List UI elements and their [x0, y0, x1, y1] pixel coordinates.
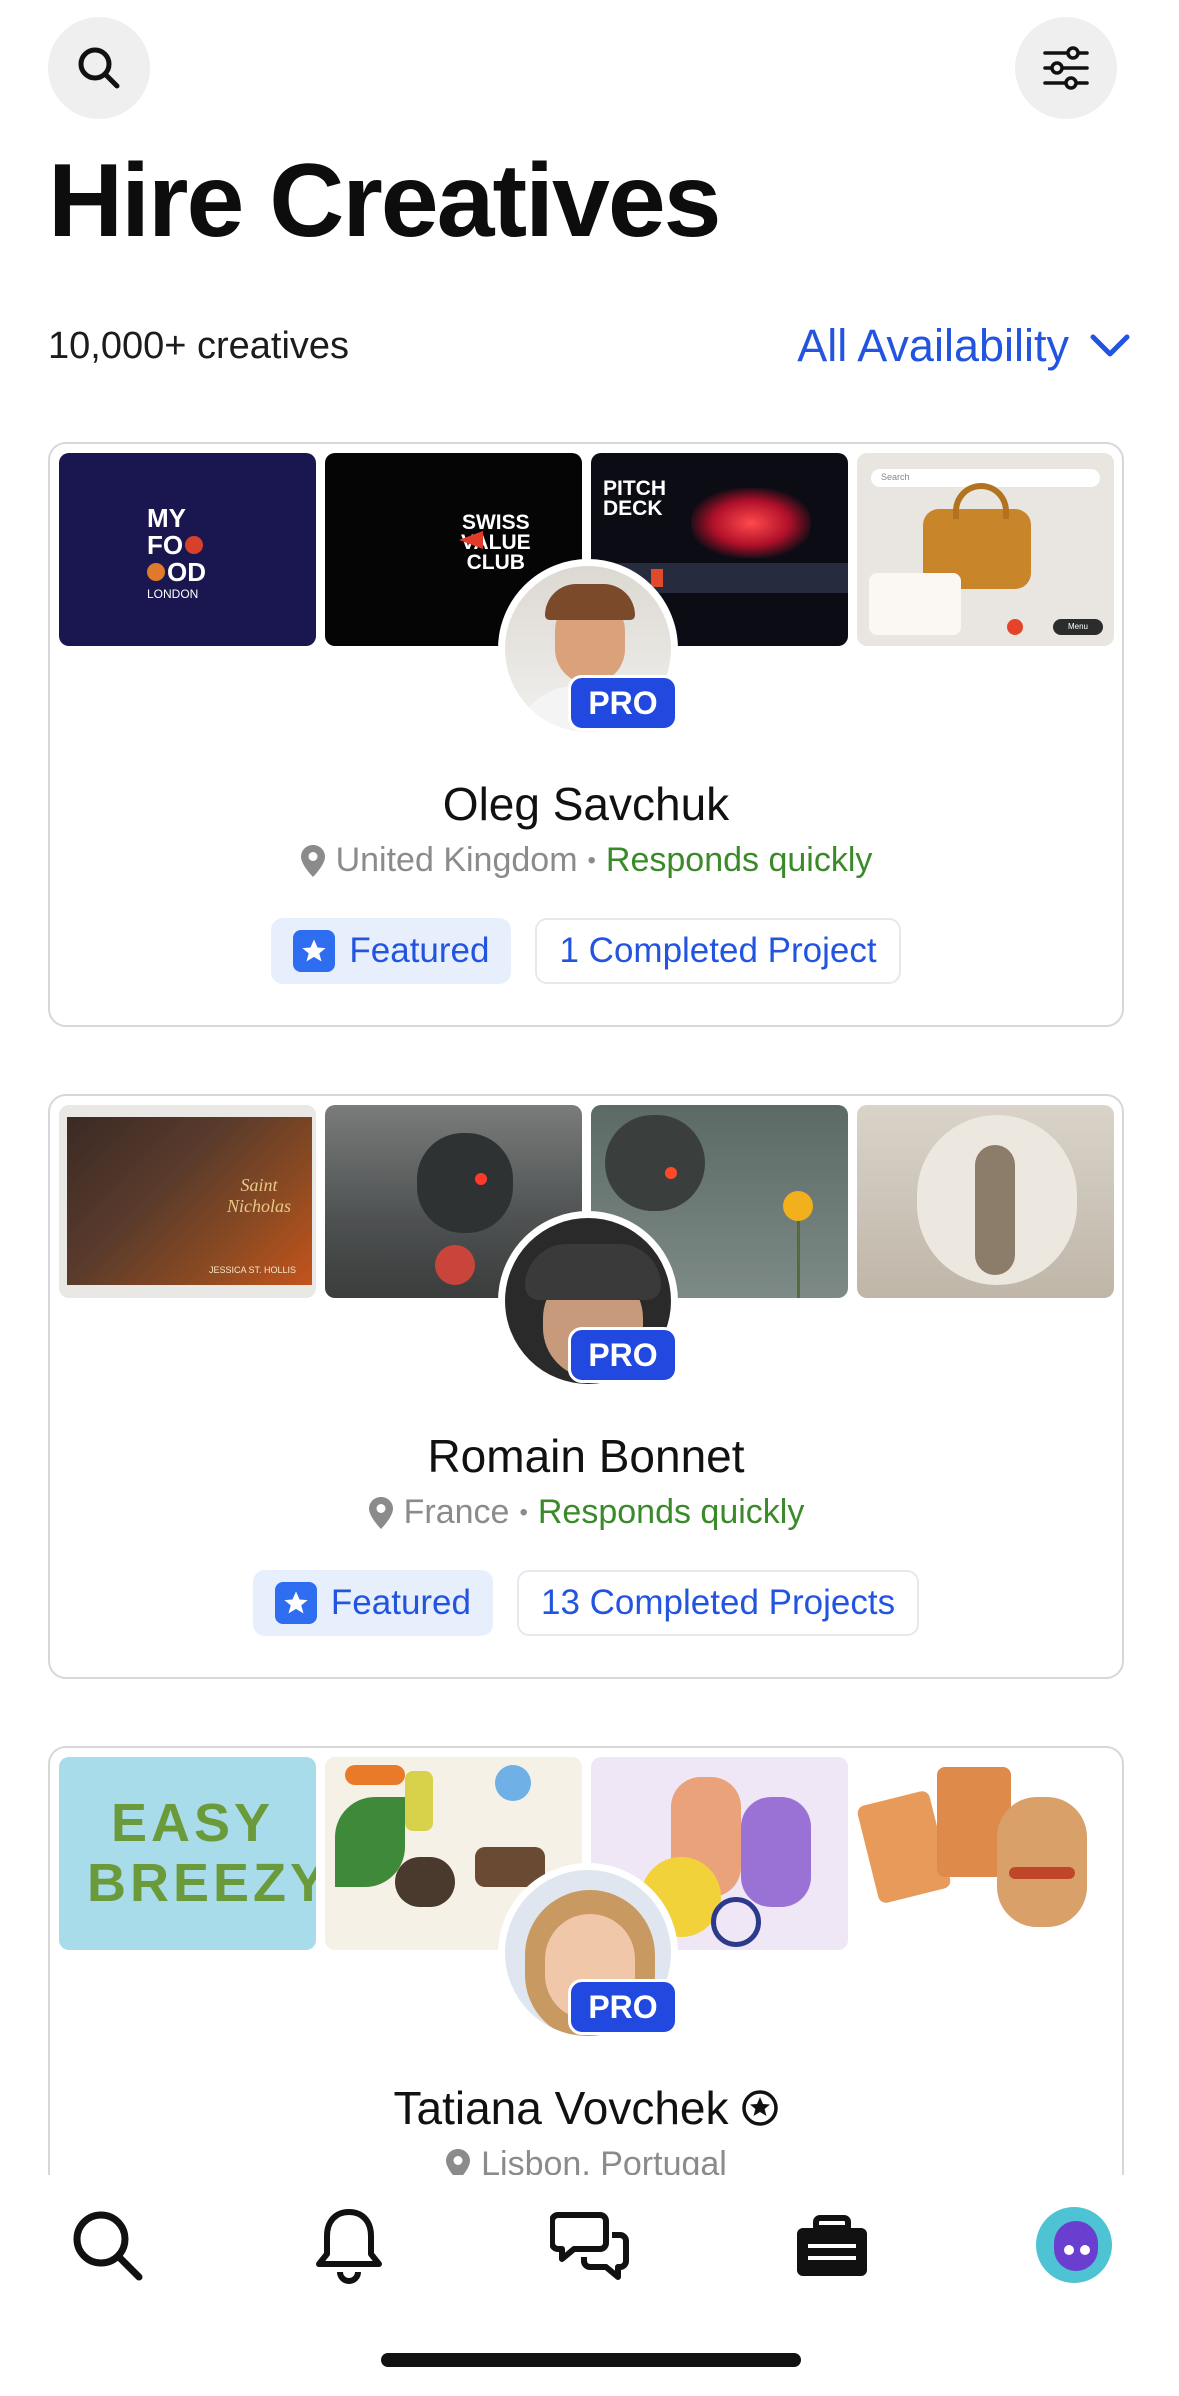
completed-projects-tag[interactable]: 13 Completed Projects	[517, 1570, 920, 1636]
response-text: Responds quickly	[537, 1493, 805, 1531]
tag-row: Featured 1 Completed Project	[50, 918, 1122, 984]
dog-shape	[997, 1797, 1087, 1927]
filter-sliders-icon	[1043, 46, 1089, 90]
leaf-shape	[335, 1797, 405, 1887]
search-button[interactable]	[48, 17, 150, 119]
thumb-text: JESSICA ST. HOLLIS	[209, 1265, 297, 1275]
tag-row: Featured 13 Completed Projects	[50, 1570, 1122, 1636]
thumb-text: SWISS	[461, 511, 530, 534]
thumb-text: FO	[147, 532, 206, 559]
creative-name[interactable]: Oleg Savchuk	[50, 777, 1122, 831]
search-icon	[73, 2211, 143, 2281]
seeds-shape	[395, 1857, 455, 1907]
top-bar	[0, 0, 1179, 150]
pro-badge: PRO	[568, 675, 678, 731]
avatar-cap-shape	[545, 584, 635, 620]
avatar[interactable]: PRO	[498, 1863, 678, 2043]
portfolio-thumbnail[interactable]: EASY BREEZY	[59, 1757, 316, 1950]
star-icon	[293, 930, 336, 972]
response-text: Responds quickly	[605, 841, 873, 879]
thumb-text: LONDON	[147, 587, 199, 601]
filter-button[interactable]	[1015, 17, 1117, 119]
creative-name-row[interactable]: Tatiana Vovchek	[50, 2081, 1122, 2135]
availability-label: All Availability	[797, 320, 1069, 371]
portfolio-thumbnail[interactable]: Saint Nicholas JESSICA ST. HOLLIS	[59, 1105, 316, 1298]
featured-label: Featured	[330, 1583, 471, 1622]
close-dot-shape	[1007, 619, 1023, 635]
dog-collar-shape	[1009, 1867, 1075, 1879]
location-pin-icon	[368, 1496, 393, 1529]
flower-shape	[783, 1191, 813, 1221]
creatives-count: 10,000+ creatives	[48, 325, 350, 367]
tab-notifications[interactable]	[304, 2200, 394, 2290]
thumb-text: MY	[147, 503, 186, 533]
featured-tag[interactable]: Featured	[252, 1570, 493, 1636]
briefcase-icon	[797, 2215, 867, 2276]
chevron-down-icon	[1090, 334, 1130, 357]
info-card-shape	[869, 573, 961, 635]
avatar[interactable]: PRO	[498, 559, 678, 739]
thumb-text: PITCH	[603, 477, 666, 500]
location-text: United Kingdom	[335, 841, 578, 879]
tab-messages[interactable]	[545, 2200, 635, 2290]
portfolio-thumbnail[interactable]: Search Menu	[857, 453, 1114, 646]
portfolio-thumbnail[interactable]: MY FO OD LONDON	[59, 453, 316, 646]
tab-profile[interactable]	[1029, 2200, 1119, 2290]
carrot-shape	[345, 1765, 405, 1785]
thumb-text: EASY	[111, 1793, 275, 1853]
thumb-text: DECK	[603, 497, 663, 520]
verified-star-icon	[741, 2090, 778, 2126]
bell-icon	[316, 2209, 382, 2284]
bag-handle-shape	[953, 483, 1009, 519]
avatar-eye-shape	[1080, 2245, 1090, 2255]
page-title: Hire Creatives	[48, 143, 722, 259]
glow-shape	[691, 488, 811, 558]
creative-card[interactable]: MY FO OD LONDON SWISS VALUE CLUB PITCH D…	[48, 442, 1124, 1027]
creative-name: Tatiana Vovchek	[393, 2082, 729, 2134]
thumb-text: OD	[147, 559, 206, 586]
robot-eye-shape	[475, 1173, 487, 1185]
featured-label: Featured	[349, 931, 490, 970]
heart-shape	[435, 1245, 475, 1285]
meta-separator: •	[587, 846, 596, 874]
featured-tag[interactable]: Featured	[271, 918, 512, 984]
thumb-text: BREEZY	[87, 1853, 316, 1913]
figure-shape	[975, 1145, 1015, 1275]
person-shape	[741, 1797, 811, 1907]
creative-meta: United Kingdom • Responds quickly	[50, 841, 1122, 880]
availability-dropdown[interactable]: All Availability	[797, 320, 1131, 372]
chat-icon	[550, 2212, 629, 2280]
search-icon	[78, 47, 120, 89]
pro-badge: PRO	[568, 1979, 678, 2035]
creative-name[interactable]: Romain Bonnet	[50, 1429, 1122, 1483]
home-indicator[interactable]	[381, 2353, 801, 2367]
portfolio-thumbnail[interactable]	[857, 1757, 1114, 1950]
portfolio-thumbnail[interactable]	[857, 1105, 1114, 1298]
menu-pill-shape: Menu	[1053, 619, 1103, 635]
robot-eye-shape	[665, 1167, 677, 1179]
bottle-shape	[405, 1771, 433, 1831]
robot-head-shape	[605, 1115, 705, 1211]
star-icon	[274, 1582, 317, 1624]
meta-separator: •	[519, 1498, 528, 1526]
avatar-cap-shape	[525, 1244, 661, 1300]
bottom-tab-bar	[0, 2175, 1179, 2396]
avatar-shape	[1054, 2221, 1098, 2271]
flower-shape	[495, 1765, 531, 1801]
profile-avatar	[1036, 2207, 1112, 2283]
tab-search[interactable]	[62, 2200, 152, 2290]
creative-card[interactable]: Saint Nicholas JESSICA ST. HOLLIS PRO Ro…	[48, 1094, 1124, 1679]
red-arrow-shape	[459, 531, 483, 549]
location-text: France	[403, 1493, 510, 1531]
creative-card[interactable]: EASY BREEZY PRO Tatiana Vovchek Lisbon, …	[48, 1746, 1124, 2246]
avatar-eye-shape	[1064, 2245, 1074, 2255]
location-pin-icon	[300, 844, 325, 877]
pro-badge: PRO	[568, 1327, 678, 1383]
thumb-text: Saint Nicholas	[226, 1175, 291, 1216]
tab-jobs[interactable]	[787, 2200, 877, 2290]
bike-shape	[711, 1897, 761, 1947]
creative-meta: France • Responds quickly	[50, 1493, 1122, 1532]
completed-projects-tag[interactable]: 1 Completed Project	[535, 918, 901, 984]
avatar[interactable]: PRO	[498, 1211, 678, 1391]
